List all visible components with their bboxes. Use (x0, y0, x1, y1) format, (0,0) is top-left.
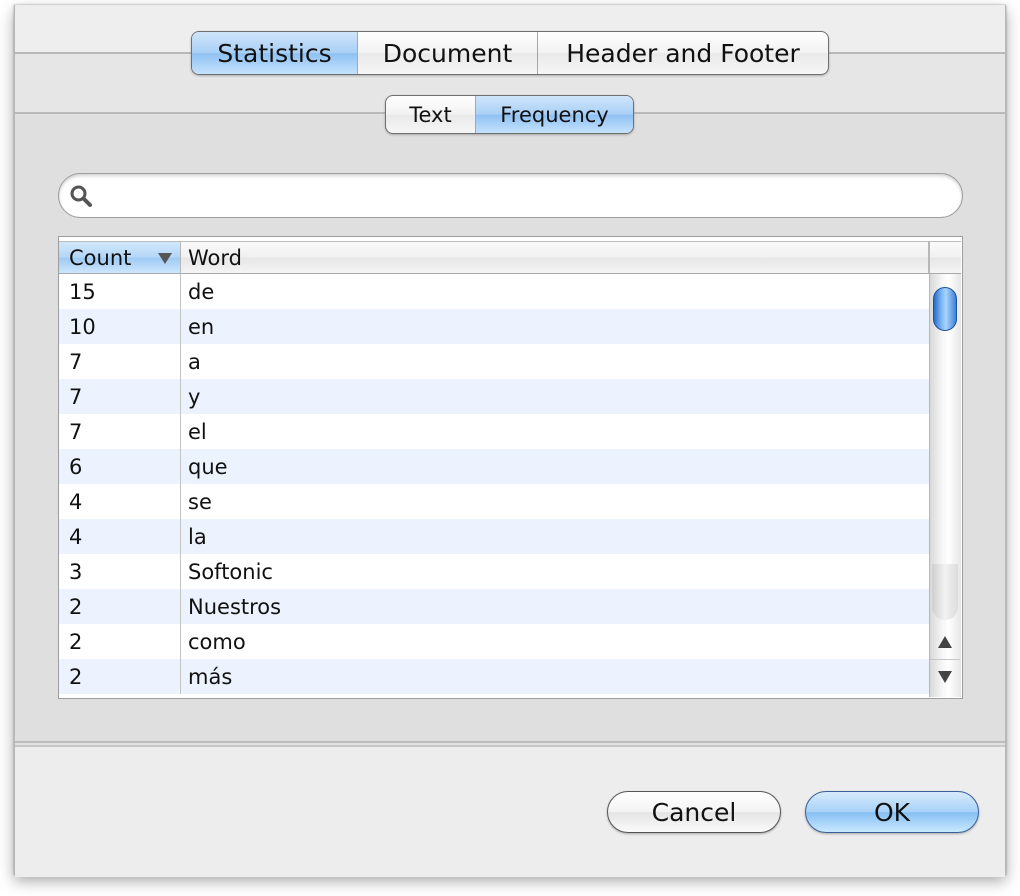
cell-word: el (188, 419, 207, 444)
vertical-scrollbar[interactable] (929, 274, 961, 697)
table-row[interactable]: 7 el (59, 414, 929, 449)
arrow-up-icon (938, 636, 952, 648)
cell-count: 3 (59, 554, 181, 589)
column-header-word-label: Word (188, 245, 242, 270)
search-input[interactable] (101, 180, 945, 212)
arrow-down-icon (938, 671, 952, 683)
table-row[interactable]: 2 más (59, 659, 929, 694)
frequency-table: Count Word 15 de 10 en 7 a 7 y 7 el 6 que 4 se 4 la 3 Sof… (58, 236, 963, 699)
tab-text[interactable]: Text (386, 96, 476, 133)
cell-count: 2 (59, 659, 181, 694)
cell-word: más (188, 664, 233, 689)
cell-word: como (188, 629, 246, 654)
table-header: Count Word (59, 241, 929, 274)
scrollbar-thumb[interactable] (933, 287, 957, 331)
table-row[interactable]: 6 que (59, 449, 929, 484)
cell-count: 2 (59, 624, 181, 659)
cell-word: se (188, 489, 212, 514)
cell-count: 7 (59, 344, 181, 379)
scroll-down-button[interactable] (930, 660, 960, 694)
cell-word: y (188, 384, 201, 409)
table-row[interactable]: 7a (59, 344, 929, 379)
cell-word: la (188, 524, 207, 549)
table-row[interactable]: 2 Nuestros (59, 589, 929, 624)
word-statistics-dialog: Statistics Document Header and Footer Te… (14, 5, 1006, 877)
cell-count: 7 (59, 379, 181, 414)
sort-descending-icon (158, 253, 172, 264)
table-row[interactable]: 7y (59, 379, 929, 414)
scrollbar-track-end (932, 564, 958, 620)
column-header-count-label: Count (69, 245, 132, 270)
tab-header-and-footer[interactable]: Header and Footer (538, 32, 828, 74)
table-row[interactable]: 4 se (59, 484, 929, 519)
column-header-count[interactable]: Count (59, 242, 181, 273)
tab-frequency[interactable]: Frequency (476, 96, 633, 133)
cell-count: 7 (59, 414, 181, 449)
cell-count: 15 (59, 274, 181, 309)
tab-statistics[interactable]: Statistics (192, 32, 358, 74)
table-row[interactable]: 15 de (59, 274, 929, 309)
scroll-up-button[interactable] (930, 625, 960, 660)
main-tab-bar: Statistics Document Header and Footer (191, 31, 829, 75)
search-icon (70, 185, 92, 207)
tab-document[interactable]: Document (358, 32, 538, 74)
cell-count: 2 (59, 589, 181, 624)
ok-button[interactable]: OK (805, 791, 979, 833)
cell-word: Softonic (188, 559, 273, 584)
column-header-word[interactable]: Word (181, 242, 929, 273)
sub-tab-bar: Text Frequency (385, 95, 634, 134)
cell-count: 4 (59, 484, 181, 519)
table-row[interactable]: 4 la (59, 519, 929, 554)
table-row[interactable]: 10 en (59, 309, 929, 344)
cell-count: 10 (59, 309, 181, 344)
header-corner (929, 241, 961, 274)
cell-word: Nuestros (188, 594, 282, 619)
cell-word: a (188, 349, 201, 374)
cell-word: de (188, 279, 215, 304)
table-row[interactable]: 2 como (59, 624, 929, 659)
cell-word: en (188, 314, 215, 339)
table-row[interactable]: 3 Softonic (59, 554, 929, 589)
search-field[interactable] (58, 173, 963, 218)
cell-count: 4 (59, 519, 181, 554)
cancel-button[interactable]: Cancel (607, 791, 781, 833)
cell-word: que (188, 454, 228, 479)
cell-count: 6 (59, 449, 181, 484)
table-body: 15 de 10 en 7 a 7 y 7 el 6 que 4 se 4 la 3 Softonic 2 Nuest… (59, 274, 929, 697)
